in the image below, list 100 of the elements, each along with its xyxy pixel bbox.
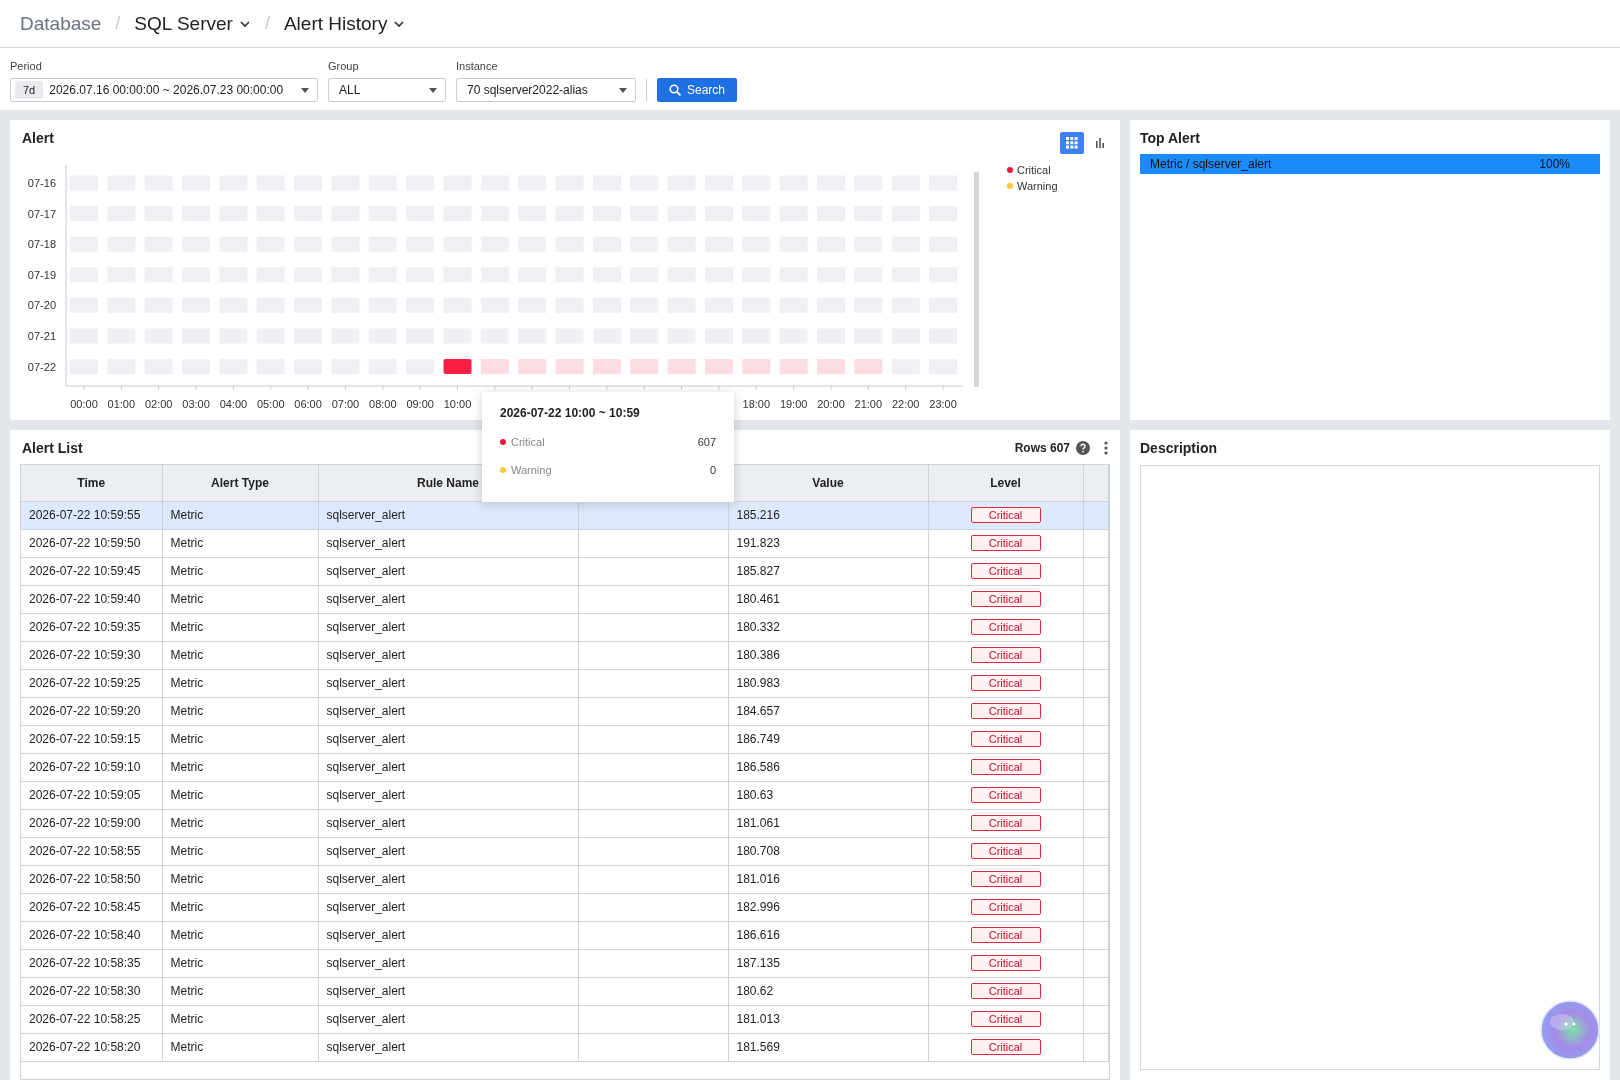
table-row[interactable]: 2026-07-22 10:59:15 Metric sqlserver_alert 186.749 Critical — [21, 725, 1109, 753]
heatmap-cell[interactable] — [480, 359, 509, 375]
axis-label: 20:00 — [817, 398, 845, 410]
table-row[interactable]: 2026-07-22 10:58:30 Metric sqlserver_alert 180.62 Critical — [21, 977, 1109, 1005]
axis-label: 09:00 — [406, 398, 434, 410]
table-cell: sqlserver_alert — [326, 788, 406, 802]
view-toggle-button[interactable] — [1060, 132, 1084, 154]
heatmap-cell[interactable] — [630, 359, 659, 375]
table-cell: 2026-07-22 10:58:40 — [29, 928, 141, 942]
search-button[interactable]: Search — [657, 78, 738, 102]
table-cell: 2026-07-22 10:58:25 — [29, 1012, 141, 1026]
table-cell: 182.996 — [736, 900, 780, 914]
axis-label: 05:00 — [257, 398, 285, 410]
column-header[interactable]: Value — [812, 475, 844, 490]
tooltip-title: 2026-07-22 10:00 ~ 10:59 — [500, 406, 641, 420]
table-row[interactable]: 2026-07-22 10:59:20 Metric sqlserver_alert 184.657 Critical — [21, 697, 1109, 725]
table-cell: 181.569 — [736, 1040, 780, 1054]
axis-label: 19:00 — [779, 398, 808, 410]
heatmap-cell[interactable] — [779, 359, 808, 375]
heatmap-cell[interactable] — [742, 359, 771, 375]
table-row[interactable]: 2026-07-22 10:59:00 Metric sqlserver_alert 181.061 Critical — [21, 809, 1109, 837]
caret-down-icon — [301, 87, 309, 93]
more-options-icon[interactable] — [1104, 441, 1108, 455]
heatmap-cell[interactable] — [518, 359, 547, 375]
table-cell: sqlserver_alert — [326, 760, 406, 774]
heatmap-cell[interactable] — [854, 359, 883, 375]
table-row[interactable]: 2026-07-22 10:59:10 Metric sqlserver_alert 186.586 Critical — [21, 753, 1109, 781]
table-cell: 2026-07-22 10:58:55 — [29, 844, 141, 858]
breadcrumb-item[interactable]: SQL Server — [134, 12, 233, 35]
heatmap-cell[interactable] — [704, 359, 733, 375]
level-badge: Critical — [970, 759, 1041, 775]
panel-title: Alert — [22, 130, 54, 146]
table-row[interactable]: 2026-07-22 10:58:50 Metric sqlserver_alert 181.016 Critical — [21, 865, 1109, 893]
table-row[interactable]: 2026-07-22 10:58:25 Metric sqlserver_alert 181.013 Critical — [21, 1005, 1109, 1033]
table-cell: sqlserver_alert — [326, 592, 406, 606]
table-cell: Metric — [170, 760, 204, 774]
table-cell: Metric — [170, 956, 204, 970]
table-row[interactable]: 2026-07-22 10:58:45 Metric sqlserver_alert 182.996 Critical — [21, 893, 1109, 921]
table-cell: sqlserver_alert — [326, 984, 406, 998]
tooltip-label: Warning — [511, 464, 553, 476]
heatmap-cell[interactable] — [817, 359, 845, 375]
heatmap-cell[interactable] — [592, 359, 621, 375]
axis-label: 07-19 — [27, 268, 56, 281]
table-row[interactable]: 2026-07-22 10:58:35 Metric sqlserver_alert 187.135 Critical — [21, 949, 1109, 977]
period-dropdown[interactable]: 7d 2026.07.16 00:00:00 ~ 2026.07.23 00:00:00 — [10, 78, 318, 102]
table-cell: sqlserver_alert — [326, 928, 406, 942]
column-header[interactable]: Rule Name — [417, 475, 479, 490]
tooltip-value: 0 — [709, 464, 716, 476]
heatmap-cell[interactable] — [667, 359, 696, 375]
table-row[interactable]: 2026-07-22 10:59:25 Metric sqlserver_alert 180.983 Critical — [21, 669, 1109, 697]
axis-label: 04:00 — [219, 398, 248, 410]
axis-label: 07:00 — [331, 398, 360, 410]
table-row[interactable]: 2026-07-22 10:59:30 Metric sqlserver_alert 180.386 Critical — [21, 641, 1109, 669]
column-header[interactable]: Alert Type — [211, 475, 269, 490]
level-badge: Critical — [970, 675, 1041, 691]
heatmap-cell[interactable] — [443, 359, 472, 375]
table-cell: sqlserver_alert — [326, 564, 406, 578]
table-cell: 185.827 — [736, 564, 780, 578]
column-header[interactable]: Time — [77, 475, 106, 490]
breadcrumb-item[interactable]: Alert History — [283, 12, 388, 35]
table-cell: sqlserver_alert — [326, 900, 406, 914]
table-row[interactable]: 2026-07-22 10:58:20 Metric sqlserver_alert 181.569 Critical — [21, 1033, 1109, 1061]
table-row[interactable]: 2026-07-22 10:58:55 Metric sqlserver_alert 180.708 Critical — [21, 837, 1109, 865]
table-cell: Metric — [170, 844, 204, 858]
scrollbar[interactable] — [974, 172, 979, 387]
table-row[interactable]: 2026-07-22 10:58:40 Metric sqlserver_alert 186.616 Critical — [21, 921, 1109, 949]
axis-label: 07-17 — [27, 207, 56, 220]
table-cell: 186.616 — [736, 928, 780, 942]
assistant-orb-icon[interactable] — [1540, 1000, 1600, 1060]
group-dropdown[interactable]: ALL — [328, 78, 446, 102]
table-row[interactable]: 2026-07-22 10:59:35 Metric sqlserver_alert 180.332 Critical — [21, 613, 1109, 641]
level-badge: Critical — [970, 815, 1041, 831]
level-badge: Critical — [970, 535, 1041, 551]
table-cell: sqlserver_alert — [326, 872, 406, 886]
table-cell: Metric — [170, 648, 204, 662]
help-icon[interactable] — [1076, 441, 1090, 455]
table-cell: 2026-07-22 10:59:40 — [29, 592, 141, 606]
table-cell: Metric — [170, 676, 204, 690]
table-cell: Metric — [170, 928, 204, 942]
heatmap-cell[interactable] — [555, 359, 584, 375]
level-badge: Critical — [970, 983, 1041, 999]
table-row[interactable]: 2026-07-22 10:59:45 Metric sqlserver_alert 185.827 Critical — [21, 557, 1109, 585]
table-row[interactable]: 2026-07-22 10:59:50 Metric sqlserver_alert 191.823 Critical — [21, 529, 1109, 557]
table-cell: Metric — [170, 536, 204, 550]
instance-dropdown[interactable]: 70 sqlserver2022-alias — [456, 78, 636, 102]
axis-label: 23:00 — [929, 398, 957, 410]
breadcrumb-item[interactable]: Database — [20, 12, 102, 35]
row-count: Rows 607 — [1014, 441, 1070, 455]
table-cell: Metric — [170, 620, 204, 634]
table-cell: 186.586 — [736, 760, 780, 774]
table-row[interactable]: 2026-07-22 10:59:40 Metric sqlserver_alert 180.461 Critical — [21, 585, 1109, 613]
table-cell: 2026-07-22 10:59:10 — [29, 760, 141, 774]
column-header[interactable]: Level — [990, 475, 1021, 490]
table-cell: Metric — [170, 1012, 204, 1026]
table-cell: Metric — [170, 900, 204, 914]
table-row[interactable]: 2026-07-22 10:59:55 Metric sqlserver_alert 185.216 Critical — [21, 501, 1109, 529]
level-badge: Critical — [970, 591, 1041, 607]
table-cell: 181.061 — [736, 816, 780, 830]
table-row[interactable]: 2026-07-22 10:59:05 Metric sqlserver_alert 180.63 Critical — [21, 781, 1109, 809]
top-alert-bar[interactable] — [1140, 154, 1600, 174]
